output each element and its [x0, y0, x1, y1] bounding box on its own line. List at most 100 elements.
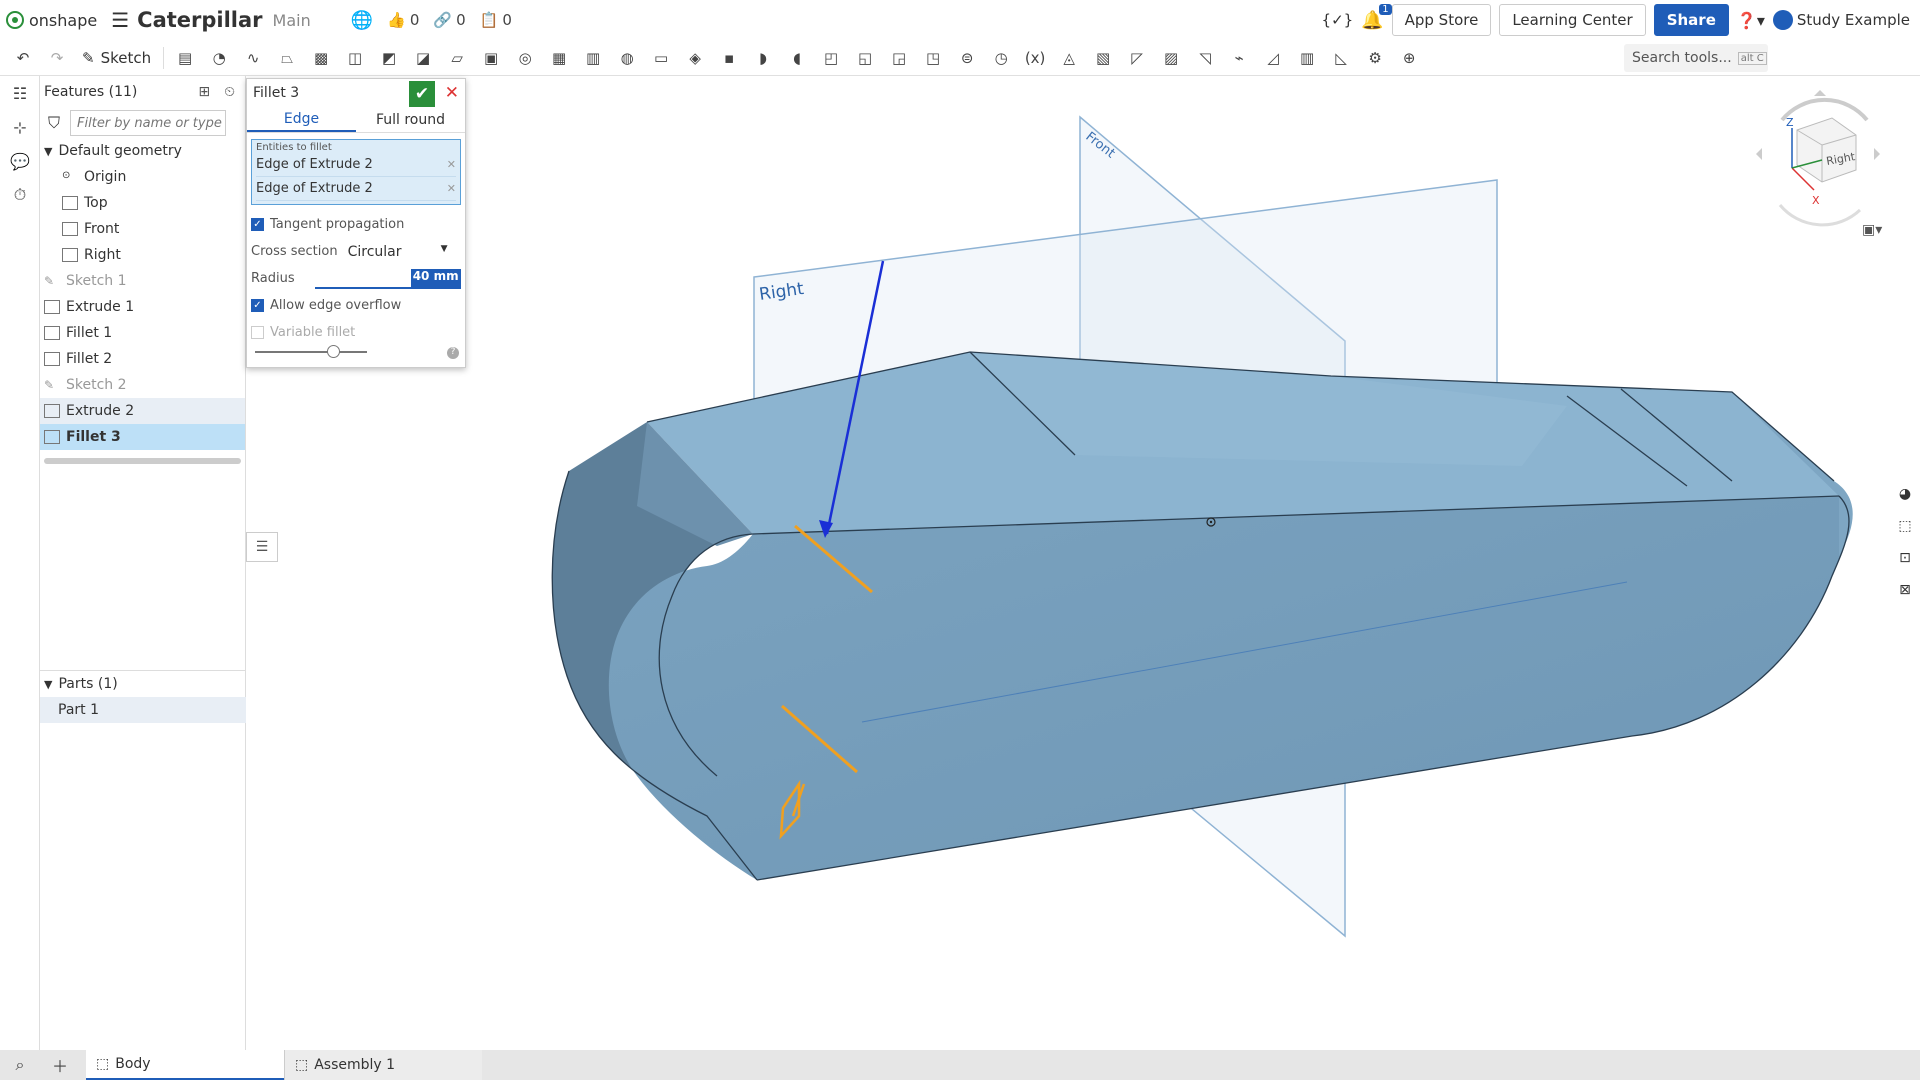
- app-store-button[interactable]: App Store: [1391, 4, 1492, 36]
- variables-icon[interactable]: {✓}: [1322, 11, 1354, 29]
- help-icon[interactable]: ❓▾: [1737, 11, 1765, 30]
- onshape-logo[interactable]: onshape: [6, 11, 97, 30]
- part-body[interactable]: [551, 351, 1853, 881]
- allow-edge-overflow-checkbox[interactable]: ✓: [251, 299, 264, 312]
- entity-item[interactable]: Edge of Extrude 2 ✕: [256, 153, 456, 177]
- settings-icon[interactable]: ⚙: [1358, 44, 1392, 72]
- measure-icon[interactable]: ⊠: [1890, 574, 1920, 606]
- feature-item[interactable]: Extrude 2: [40, 398, 245, 424]
- document-title[interactable]: Caterpillar: [137, 8, 262, 32]
- linear-pattern-icon[interactable]: ▦: [542, 44, 576, 72]
- slider-knob[interactable]: [327, 345, 340, 358]
- insert-icon[interactable]: ⊹: [0, 110, 40, 144]
- feature-list-scrollbar[interactable]: [44, 458, 241, 464]
- boolean-icon[interactable]: ◍: [610, 44, 644, 72]
- redo-icon[interactable]: ↷: [40, 44, 74, 72]
- tab-assembly[interactable]: ⬚ Assembly 1: [284, 1050, 482, 1080]
- notifications-bell[interactable]: 🔔 1: [1361, 3, 1392, 31]
- add-tab-icon[interactable]: ＋: [40, 1053, 80, 1077]
- add-folder-icon[interactable]: ⊞: [198, 84, 210, 100]
- move-face-icon[interactable]: ◰: [814, 44, 848, 72]
- frame-icon[interactable]: ▥: [1290, 44, 1324, 72]
- part-item[interactable]: Part 1: [40, 697, 246, 723]
- delete-face-icon[interactable]: ◖: [780, 44, 814, 72]
- variable-fillet-row[interactable]: Variable fillet: [247, 319, 465, 346]
- cancel-button[interactable]: ✕: [445, 83, 459, 103]
- modify-fillet-icon[interactable]: ◗: [746, 44, 780, 72]
- cross-section-select[interactable]: Circular ▼: [348, 244, 448, 260]
- feature-list-icon[interactable]: ☷: [0, 76, 40, 110]
- plane-icon[interactable]: ◳: [916, 44, 950, 72]
- extrude-icon[interactable]: ▤: [168, 44, 202, 72]
- view-cube[interactable]: Right Z X: [1752, 90, 1882, 230]
- feature-item[interactable]: Fillet 3: [40, 424, 245, 450]
- radius-input[interactable]: 40 mm: [314, 268, 461, 289]
- feature-item[interactable]: Top: [40, 190, 245, 216]
- revolve-icon[interactable]: ◔: [202, 44, 236, 72]
- view-options-icon[interactable]: ▣▾: [1862, 222, 1882, 238]
- thicken-icon[interactable]: ▩: [304, 44, 338, 72]
- variable-fillet-checkbox[interactable]: [251, 326, 264, 339]
- menu-icon[interactable]: ☰: [111, 8, 129, 32]
- search-tools-input[interactable]: Search tools... alt C: [1624, 44, 1768, 72]
- new-feature-icon[interactable]: ⊕: [1392, 44, 1426, 72]
- feature-filter-input[interactable]: [70, 110, 227, 136]
- accept-button[interactable]: ✔: [409, 81, 435, 107]
- dialog-title[interactable]: Fillet 3: [253, 85, 299, 101]
- model-view[interactable]: Front Right: [247, 76, 1920, 1050]
- flange-icon[interactable]: ◸: [1120, 44, 1154, 72]
- feature-list-toggle-icon[interactable]: ☰: [246, 532, 278, 562]
- offset-surface-icon[interactable]: ◲: [882, 44, 916, 72]
- split-icon[interactable]: ▭: [644, 44, 678, 72]
- feature-item[interactable]: Extrude 1: [40, 294, 245, 320]
- tangent-propagation-row[interactable]: ✓ Tangent propagation: [247, 211, 465, 238]
- history-icon[interactable]: ⏱: [0, 178, 40, 212]
- shell-icon[interactable]: ▣: [474, 44, 508, 72]
- corner-icon[interactable]: ◿: [1256, 44, 1290, 72]
- help-icon[interactable]: ?: [447, 347, 459, 359]
- fillet-icon[interactable]: ◫: [338, 44, 372, 72]
- learning-center-button[interactable]: Learning Center: [1499, 4, 1646, 36]
- mass-properties-icon[interactable]: ⊡: [1890, 542, 1920, 574]
- tangent-propagation-checkbox[interactable]: ✓: [251, 218, 264, 231]
- feature-item[interactable]: ⊙ Origin: [40, 164, 245, 190]
- copies-counter[interactable]: 📋 0: [480, 11, 512, 29]
- undo-icon[interactable]: ↶: [6, 44, 40, 72]
- search-tabs-icon[interactable]: ⌕: [0, 1055, 40, 1075]
- mirror-icon[interactable]: ▥: [576, 44, 610, 72]
- globe-icon[interactable]: 🌐: [351, 10, 373, 31]
- feature-item[interactable]: Fillet 2: [40, 346, 245, 372]
- user-menu[interactable]: Study Example: [1772, 10, 1910, 30]
- graphics-viewport[interactable]: Front Right: [247, 76, 1920, 1050]
- rib-icon[interactable]: ▱: [440, 44, 474, 72]
- entity-item[interactable]: Edge of Extrude 2 ✕: [256, 177, 456, 201]
- allow-edge-overflow-row[interactable]: ✓ Allow edge overflow: [247, 292, 465, 319]
- tab-full-round[interactable]: Full round: [356, 107, 465, 132]
- sheet-metal-icon[interactable]: ▧: [1086, 44, 1120, 72]
- draft-icon[interactable]: ◪: [406, 44, 440, 72]
- bend-icon[interactable]: ⌁: [1222, 44, 1256, 72]
- filter-icon[interactable]: ⛉: [48, 113, 60, 133]
- mate-connector-icon[interactable]: ⊜: [950, 44, 984, 72]
- sketch-button[interactable]: ✎ Sketch: [74, 49, 159, 67]
- sweep-icon[interactable]: ∿: [236, 44, 270, 72]
- links-counter[interactable]: 🔗 0: [433, 11, 465, 29]
- transform-icon[interactable]: ◈: [678, 44, 712, 72]
- tab-body[interactable]: ⬚ Body: [86, 1050, 284, 1080]
- helix-icon[interactable]: ◷: [984, 44, 1018, 72]
- share-button[interactable]: Share: [1653, 4, 1729, 36]
- comments-icon[interactable]: 💬: [0, 144, 40, 178]
- form-icon[interactable]: ◹: [1188, 44, 1222, 72]
- feature-item[interactable]: Fillet 1: [40, 320, 245, 346]
- configuration-icon[interactable]: ◬: [1052, 44, 1086, 72]
- loft-icon[interactable]: ⏢: [270, 44, 304, 72]
- tab-edge[interactable]: Edge: [247, 107, 356, 132]
- feature-item[interactable]: Right: [40, 242, 245, 268]
- feature-item[interactable]: Front: [40, 216, 245, 242]
- remove-entity-icon[interactable]: ✕: [447, 182, 456, 195]
- branch-name[interactable]: Main: [273, 11, 311, 30]
- hole-icon[interactable]: ◎: [508, 44, 542, 72]
- chamfer-icon[interactable]: ◩: [372, 44, 406, 72]
- gusset-icon[interactable]: ◺: [1324, 44, 1358, 72]
- feature-item[interactable]: ✎ Sketch 2: [40, 372, 245, 398]
